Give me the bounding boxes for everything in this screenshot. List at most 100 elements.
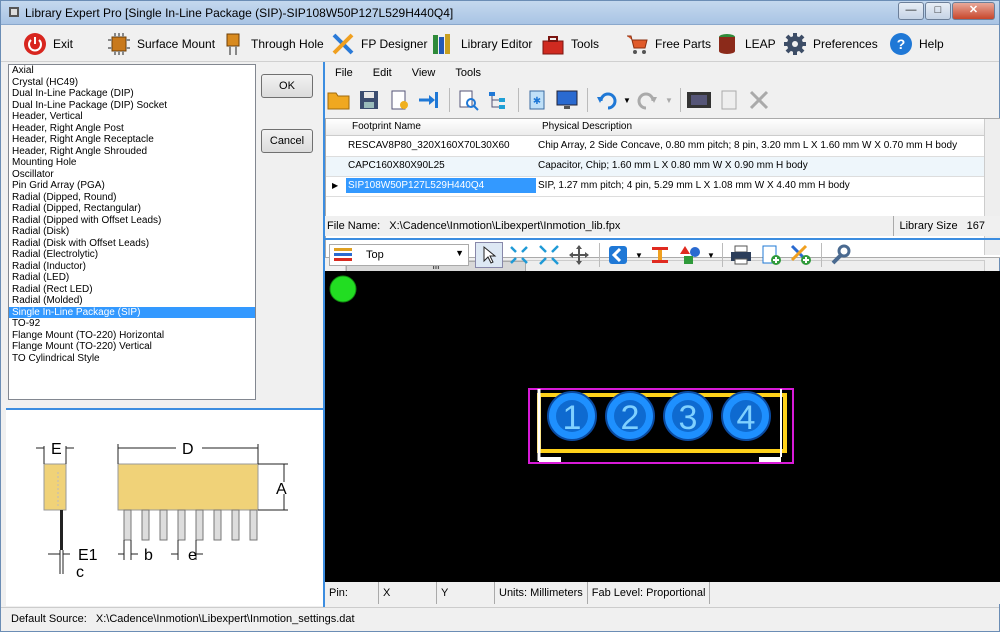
status-fab-level: Fab Level: Proportional (588, 582, 711, 604)
exit-button[interactable]: Exit (23, 30, 73, 58)
cell-footprint-name[interactable]: CAPC160X80X90L25 (348, 160, 445, 171)
list-item[interactable]: Header, Right Angle Post (9, 123, 255, 135)
minimize-button[interactable]: — (898, 2, 924, 20)
layer-select[interactable]: Top ▼ (329, 244, 469, 266)
close-button[interactable]: ✕ (952, 2, 995, 20)
package-type-list[interactable]: Axial Crystal (HC49) Dual In-Line Package … (8, 64, 256, 400)
new-document-icon[interactable] (385, 87, 413, 113)
menu-edit[interactable]: Edit (363, 64, 402, 84)
list-item[interactable]: Oscillator (9, 169, 255, 181)
list-item[interactable]: Radial (Rect LED) (9, 284, 255, 296)
status-pin: Pin: (325, 582, 379, 604)
surface-mount-button[interactable]: Surface Mount (107, 30, 215, 58)
redo-icon[interactable] (634, 87, 662, 113)
zoom-extents-icon[interactable] (505, 242, 533, 268)
footprint-canvas[interactable]: 1 2 3 4 (325, 271, 1000, 582)
cell-footprint-name[interactable]: RESCAV8P80_320X160X70L30X60 (348, 140, 510, 151)
zoom-in-icon[interactable] (535, 242, 563, 268)
wrench-disabled-icon[interactable] (745, 87, 773, 113)
cell-description[interactable]: Capacitor, Chip; 1.60 mm L X 0.80 mm W X… (538, 160, 808, 171)
free-parts-button[interactable]: Free Parts (625, 30, 711, 58)
undo-dropdown-icon[interactable]: ▼ (622, 87, 632, 113)
list-item[interactable]: Dual In-Line Package (DIP) Socket (9, 100, 255, 112)
print-icon[interactable] (727, 242, 755, 268)
default-source-path: X:\Cadence\Inmotion\Libexpert\Inmotion_s… (95, 613, 355, 625)
cell-description[interactable]: Chip Array, 2 Side Concave, 0.80 mm pitc… (538, 140, 957, 151)
surface-mount-label: Surface Mount (137, 37, 216, 51)
list-item[interactable]: Crystal (HC49) (9, 77, 255, 89)
tools-button[interactable]: Tools (541, 30, 599, 58)
footprint-grid[interactable]: Footprint Name Physical Description RESC… (325, 118, 1000, 258)
library-editor-button[interactable]: Library Editor (431, 30, 532, 58)
menu-file[interactable]: File (325, 64, 363, 84)
monitor-icon[interactable] (553, 87, 581, 113)
list-item[interactable]: Flange Mount (TO-220) Horizontal (9, 330, 255, 342)
list-item[interactable]: TO Cylindrical Style (9, 353, 255, 365)
through-hole-button[interactable]: Through Hole (221, 30, 324, 58)
list-item[interactable]: Header, Right Angle Receptacle (9, 134, 255, 146)
pad-3[interactable]: 3 (663, 391, 713, 441)
import-icon[interactable] (415, 87, 443, 113)
preferences-button[interactable]: Preferences (783, 30, 878, 58)
list-item[interactable]: Header, Right Angle Shrouded (9, 146, 255, 158)
list-item[interactable]: Radial (Inductor) (9, 261, 255, 273)
list-item[interactable]: TO-92 (9, 318, 255, 330)
pad-1[interactable]: 1 (547, 391, 597, 441)
open-folder-icon[interactable] (325, 87, 353, 113)
shapes-icon[interactable] (676, 242, 704, 268)
list-item[interactable]: Flange Mount (TO-220) Vertical (9, 341, 255, 353)
list-item-selected[interactable]: Single In-Line Package (SIP) (9, 306, 255, 318)
pad-4[interactable]: 4 (721, 391, 771, 441)
table-row[interactable]: CAPC160X80X90L25 Capacitor, Chip; 1.60 m… (326, 157, 986, 177)
align-icon[interactable] (646, 242, 674, 268)
list-item[interactable]: Radial (Disk with Offset Leads) (9, 238, 255, 250)
list-item[interactable]: Mounting Hole (9, 157, 255, 169)
search-document-icon[interactable] (454, 87, 482, 113)
list-item[interactable]: Radial (Disk) (9, 226, 255, 238)
list-item[interactable]: Axial (9, 65, 255, 77)
col-footprint-name[interactable]: Footprint Name (352, 121, 421, 132)
table-row[interactable]: ▶ SIP108W50P127L529H440Q4 SIP, 1.27 mm p… (326, 177, 986, 197)
hierarchy-icon[interactable] (484, 87, 512, 113)
list-item[interactable]: Pin Grid Array (PGA) (9, 180, 255, 192)
help-button[interactable]: ? Help (889, 30, 944, 58)
list-item[interactable]: Radial (Dipped with Offset Leads) (9, 215, 255, 227)
list-item[interactable]: Dual In-Line Package (DIP) (9, 88, 255, 100)
add-document-icon[interactable] (757, 242, 785, 268)
redo-dropdown-icon[interactable]: ▼ (664, 87, 674, 113)
ok-button[interactable]: OK (261, 74, 313, 98)
cancel-button[interactable]: Cancel (261, 129, 313, 153)
calculator-icon[interactable]: ✱ (523, 87, 551, 113)
pad-2[interactable]: 2 (605, 391, 655, 441)
list-item[interactable]: Header, Vertical (9, 111, 255, 123)
back-icon[interactable] (604, 242, 632, 268)
maximize-button[interactable]: □ (925, 2, 951, 20)
pan-icon[interactable] (565, 242, 593, 268)
back-dropdown-icon[interactable]: ▼ (634, 242, 644, 268)
leap-button[interactable]: LEAP (715, 30, 776, 58)
col-physical-description[interactable]: Physical Description (542, 121, 632, 132)
cell-description[interactable]: SIP, 1.27 mm pitch; 4 pin, 5.29 mm L X 1… (538, 180, 850, 191)
file-name-path: X:\Cadence\Inmotion\Libexpert\Inmotion_l… (389, 220, 621, 232)
status-x: X (379, 582, 437, 604)
fp-designer-button[interactable]: FP Designer (331, 30, 427, 58)
list-item[interactable]: Radial (LED) (9, 272, 255, 284)
cell-footprint-name-selected[interactable]: SIP108W50P127L529H440Q4 (346, 178, 536, 193)
dim-b-label: b (144, 547, 153, 564)
list-item[interactable]: Radial (Dipped, Round) (9, 192, 255, 204)
undo-icon[interactable] (592, 87, 620, 113)
menu-tools[interactable]: Tools (445, 64, 491, 84)
menu-bar: File Edit View Tools (325, 64, 491, 84)
wrench-icon[interactable] (826, 242, 854, 268)
list-item[interactable]: Radial (Electrolytic) (9, 249, 255, 261)
pointer-icon[interactable] (475, 242, 503, 268)
film-icon[interactable] (685, 87, 713, 113)
menu-view[interactable]: View (402, 64, 446, 84)
document-disabled-icon[interactable] (715, 87, 743, 113)
list-item[interactable]: Radial (Dipped, Rectangular) (9, 203, 255, 215)
add-tool-icon[interactable] (787, 242, 815, 268)
save-icon[interactable] (355, 87, 383, 113)
shapes-dropdown-icon[interactable]: ▼ (706, 242, 716, 268)
list-item[interactable]: Radial (Molded) (9, 295, 255, 307)
table-row[interactable]: RESCAV8P80_320X160X70L30X60 Chip Array, … (326, 137, 986, 157)
